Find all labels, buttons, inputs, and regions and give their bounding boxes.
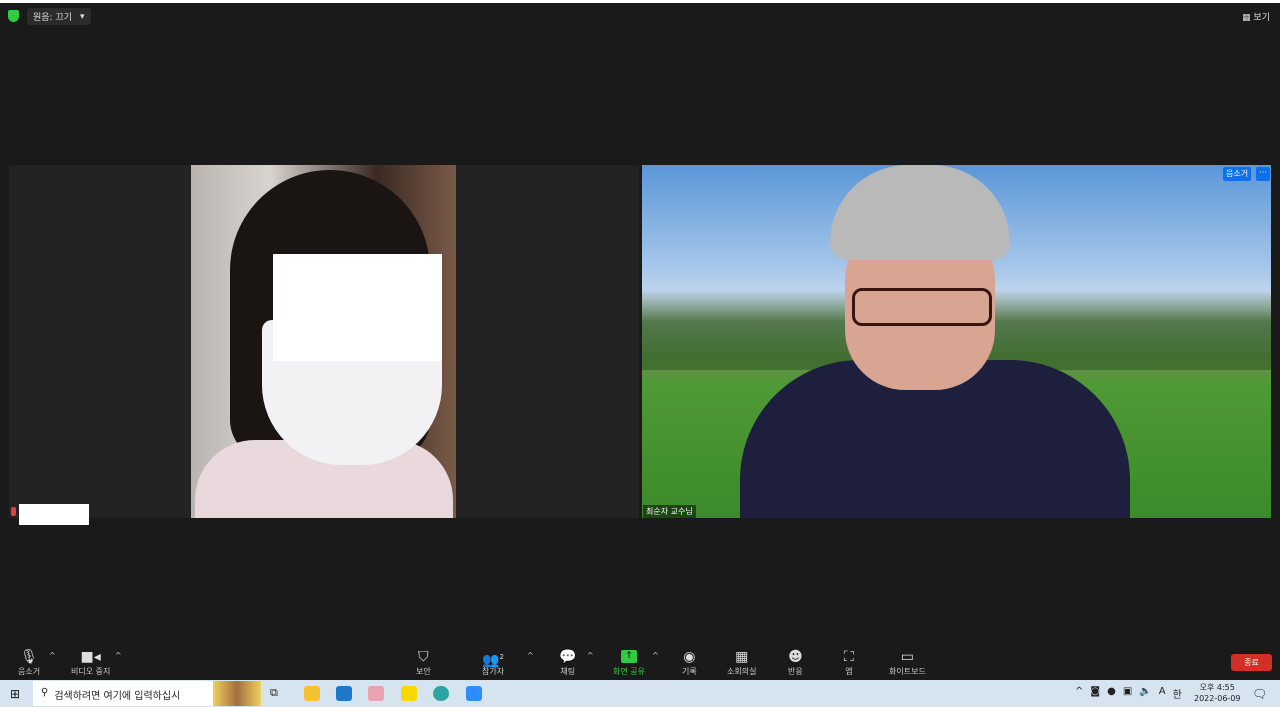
video-label: 비디오 중지	[71, 667, 111, 676]
taskbar-search-box[interactable]: ⚲ 검색하려면 여기에 입력하십시	[33, 681, 213, 706]
share-label: 화면 공유	[613, 667, 645, 676]
original-sound-label: 원음: 끄기	[33, 13, 73, 23]
taskbar-clock[interactable]: 오후 4:55 2022-06-09	[1194, 682, 1241, 704]
participants-icon: 👥2	[482, 652, 504, 669]
encryption-shield-icon[interactable]	[8, 10, 19, 22]
security-label: 보안	[416, 667, 431, 676]
end-meeting-button[interactable]: 종료	[1231, 654, 1272, 671]
whiteboard-icon: ▭	[900, 649, 915, 665]
microphone-tray-icon[interactable]: ●	[1107, 686, 1116, 701]
chat-label: 채팅	[560, 667, 576, 676]
kakaotalk-icon[interactable]	[401, 686, 417, 701]
ime-mode[interactable]: A	[1159, 686, 1166, 701]
windows-start-icon[interactable]: ⊞	[10, 687, 20, 701]
apps-button[interactable]: ⛶ 앱	[844, 648, 854, 677]
mute-participant-button[interactable]: 음소거	[1223, 167, 1252, 181]
record-icon: ◉	[683, 649, 696, 665]
host-name-label: 최순자 교수님	[643, 505, 696, 518]
grid-icon: ▦	[735, 649, 749, 665]
apps-label: 앱	[845, 667, 853, 676]
more-options-button[interactable]: ···	[1256, 167, 1270, 181]
host-video-glasses	[852, 288, 992, 326]
participant-name-redacted	[19, 504, 89, 525]
apps-icon: ⛶	[844, 649, 854, 665]
shield-icon: ⛉	[418, 649, 429, 665]
clock-date: 2022-06-09	[1194, 694, 1241, 703]
search-highlight-image[interactable]	[213, 681, 261, 706]
record-label: 기록	[682, 667, 697, 676]
zoom-app-icon[interactable]	[466, 686, 482, 701]
share-screen-button[interactable]: ↑ 화면 공유	[613, 648, 645, 677]
share-screen-icon: ↑	[620, 650, 637, 663]
participant-count: 2	[499, 653, 504, 661]
microphone-icon: 🎙	[20, 649, 38, 665]
reactions-button[interactable]: ☻ 반응	[788, 648, 803, 677]
system-tray: ^ ◙ ● ▣ 🔈 A 한	[1075, 686, 1182, 701]
tray-expand-icon[interactable]: ^	[1075, 686, 1083, 701]
muted-mic-icon	[11, 507, 16, 516]
audio-options-caret[interactable]: ^	[49, 651, 56, 660]
participants-options-caret[interactable]: ^	[527, 651, 534, 660]
participants-label: 참가자	[482, 667, 505, 676]
chat-button[interactable]: 💬 채팅	[559, 648, 576, 677]
chevron-down-icon[interactable]: ▾	[80, 12, 85, 22]
window-top-edge	[0, 0, 1280, 3]
language-indicator[interactable]: 한	[1173, 686, 1182, 701]
video-options-caret[interactable]: ^	[115, 651, 122, 660]
search-placeholder: 검색하려면 여기에 입력하십시	[54, 691, 181, 702]
breakout-rooms-button[interactable]: ▦ 소회의실	[727, 648, 756, 677]
stop-video-button[interactable]: ■◂ 비디오 중지	[71, 648, 110, 677]
share-options-caret[interactable]: ^	[652, 651, 659, 660]
emoji-add-icon: ☻	[788, 649, 803, 665]
task-view-icon[interactable]: ⧉	[270, 686, 286, 701]
original-sound-button[interactable]: 원음: 끄기 ▾	[27, 8, 91, 25]
view-button[interactable]: ▦ 보기	[1242, 10, 1270, 23]
whiteboard-label: 화이트보드	[889, 667, 926, 676]
video-camera-icon: ■◂	[80, 649, 101, 665]
volume-icon[interactable]: 🔈	[1139, 686, 1151, 701]
redaction-box	[273, 254, 442, 361]
notification-center-icon[interactable]: 🗨	[1252, 687, 1267, 701]
search-icon: ⚲	[41, 687, 49, 698]
reactions-label: 반응	[788, 667, 803, 676]
breakout-label: 소회의실	[727, 667, 757, 676]
participants-button[interactable]: 👥2 참가자	[482, 648, 504, 677]
file-explorer-icon[interactable]	[304, 686, 320, 701]
security-button[interactable]: ⛉ 보안	[416, 648, 431, 677]
app-icon[interactable]	[433, 686, 449, 701]
mute-button[interactable]: 🎙 음소거	[18, 648, 40, 677]
webcam-icon[interactable]: ◙	[1090, 686, 1100, 701]
chat-options-caret[interactable]: ^	[587, 651, 594, 660]
chat-bubble-icon: 💬	[559, 649, 577, 665]
whiteboard-button[interactable]: ▭ 화이트보드	[889, 648, 926, 677]
snipping-tool-icon[interactable]	[368, 686, 384, 701]
mute-label: 음소거	[18, 667, 41, 676]
clock-time: 오후 4:55	[1199, 683, 1235, 692]
network-icon[interactable]: ▣	[1123, 686, 1132, 701]
record-button[interactable]: ◉ 기록	[682, 648, 697, 677]
mail-icon[interactable]	[336, 686, 352, 701]
